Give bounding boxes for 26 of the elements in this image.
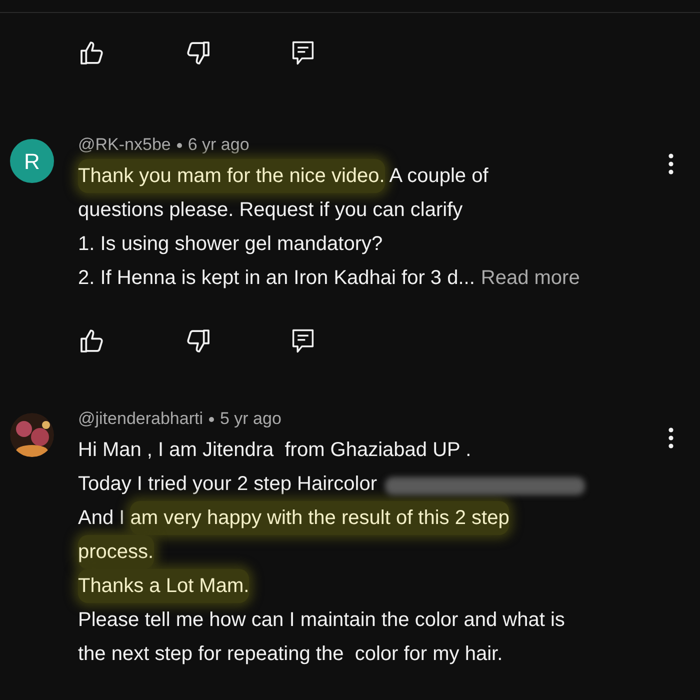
highlighted-text: process.	[78, 535, 154, 569]
comment-text: 2. If Henna is kept in an Iron Kadhai for 3 d...	[78, 266, 475, 291]
comment-text: questions please. Request if you can clarify	[78, 198, 463, 223]
thumbs-up-icon[interactable]	[78, 39, 106, 67]
comment-text: Hi Man , I am Jitendra from Ghaziabad UP .	[78, 438, 472, 463]
comment-icon[interactable]	[290, 327, 316, 355]
comment-text: 1. Is using shower gel mandatory?	[78, 232, 383, 257]
comment-text: Today I tried your 2 step Haircolor	[78, 472, 378, 497]
highlighted-text: Thanks a Lot Mam.	[78, 569, 250, 603]
thumbs-up-icon[interactable]	[78, 327, 106, 355]
highlighted-text: Thank you mam for the nice video.	[78, 159, 385, 193]
comment-time: 5 yr ago	[220, 408, 282, 430]
comment-icon[interactable]	[290, 39, 316, 67]
highlighted-text: am very happy with the result of this 2 step	[130, 501, 510, 535]
comment-author[interactable]: @RK-nx5be	[78, 132, 171, 158]
more-options-icon[interactable]	[668, 427, 674, 449]
read-more-link[interactable]: Read more	[480, 261, 580, 295]
comment-text: A couple of	[388, 164, 488, 189]
comment-text: the next step for repeating the color for my hair.	[78, 642, 503, 667]
comment-time: 6 yr ago	[188, 134, 250, 156]
comment-text: Please tell me how can I maintain the color and what is	[78, 608, 565, 633]
comment-text: And I	[78, 506, 126, 531]
comment-author[interactable]: @jitenderabharti	[78, 406, 203, 432]
more-options-icon[interactable]	[668, 153, 674, 175]
thumbs-down-icon[interactable]	[184, 327, 212, 355]
thumbs-down-icon[interactable]	[184, 39, 212, 67]
